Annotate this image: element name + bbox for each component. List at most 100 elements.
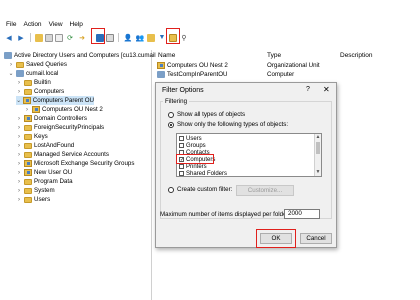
chevron-right-icon[interactable]: › [16,80,22,86]
tree-item-foreign-security-principals[interactable]: › ForeignSecurityPrincipals [16,123,104,132]
radio-button[interactable] [168,121,174,128]
ou-icon [24,160,32,167]
object-type-printers[interactable]: Printers [179,163,207,170]
checkbox-label: Shared Folders [186,170,228,177]
object-type-shared-folders[interactable]: Shared Folders [179,170,228,177]
menu-file[interactable]: File [6,20,16,30]
checkbox[interactable] [179,143,184,148]
chevron-right-icon[interactable]: › [16,152,22,158]
tree-item-computers[interactable]: › Computers [16,87,64,96]
ou-icon [32,106,40,113]
object-list-scrollbar[interactable]: ▲ ▼ [314,134,321,176]
checkbox[interactable] [179,150,184,155]
customize-button[interactable]: Customize... [236,185,294,196]
group-icon[interactable]: 👥 [135,33,145,43]
chevron-right-icon[interactable]: › [16,125,22,131]
chevron-right-icon[interactable]: › [16,161,22,167]
list-item[interactable]: TestCompInParentOU [157,70,228,78]
tree-root[interactable]: Active Directory Users and Computers [cu… [4,51,156,60]
new-folder-icon[interactable] [147,33,155,42]
ok-button[interactable]: OK [260,233,292,244]
chevron-right-icon[interactable]: › [16,134,22,140]
help-icon[interactable]: ? [306,86,310,93]
chevron-right-icon[interactable]: › [24,107,30,113]
tree-item-new-user-ou[interactable]: › New User OU [16,168,72,177]
list-item[interactable]: Computers OU Nest 2 [157,61,228,69]
checkbox[interactable] [179,171,184,176]
chevron-right-icon[interactable]: › [16,143,22,149]
view-icon[interactable] [106,33,114,42]
tree-item-program-data[interactable]: › Program Data [16,177,73,186]
chevron-right-icon[interactable]: › [16,179,22,185]
column-header-name[interactable]: Name [158,52,175,59]
column-header-description[interactable]: Description [340,52,373,59]
filtering-label: Filtering [163,98,190,105]
tree-item-domain[interactable]: ⌄ cumail.local [8,69,58,78]
object-type-contacts[interactable]: Contacts [179,149,210,156]
cancel-button[interactable]: Cancel [300,233,332,244]
scroll-thumb[interactable] [316,142,320,154]
object-type-computers[interactable]: ✓ Computers [179,156,215,163]
user-icon[interactable]: 👤 [123,33,133,43]
chevron-right-icon[interactable]: › [16,170,22,176]
export-icon[interactable]: ➜ [77,33,87,43]
custom-filter-radio[interactable]: Create custom filter: [168,186,232,193]
tree-item-domain-controllers[interactable]: › Domain Controllers [16,114,87,123]
show-all-radio[interactable]: Show all types of objects [168,111,245,118]
tree-item-saved-queries[interactable]: › Saved Queries [8,60,67,69]
radio-button[interactable] [168,186,174,193]
help-icon[interactable] [96,33,104,42]
tree-item-exchange-security-groups[interactable]: › Microsoft Exchange Security Groups [16,159,134,168]
copy-icon[interactable] [55,33,63,42]
tree-item-users[interactable]: › Users [16,195,50,204]
chevron-right-icon[interactable]: › [16,89,22,95]
find-icon[interactable]: ⚲ [179,33,189,43]
show-only-radio[interactable]: Show only the following types of objects… [168,121,288,128]
tree-item-computers-parent-ou[interactable]: ⌄ Computers Parent OU [16,96,94,105]
close-icon[interactable]: ✕ [323,85,330,94]
chevron-right-icon[interactable]: › [16,116,22,122]
folder-icon [16,61,24,68]
forward-arrow-icon[interactable]: ▶ [16,33,26,43]
object-types-list[interactable]: Users Groups Contacts ✓ Computers Printe… [176,133,322,177]
chevron-right-icon[interactable]: › [16,197,22,203]
tree-item-lost-and-found[interactable]: › LostAndFound [16,141,74,150]
checkbox[interactable] [179,136,184,141]
max-items-input[interactable]: 2000 [284,209,320,219]
chevron-right-icon[interactable]: › [16,188,22,194]
checkbox[interactable] [179,164,184,169]
object-type-groups[interactable]: Groups [179,142,206,149]
object-type-users[interactable]: Users [179,135,202,142]
scroll-down-icon[interactable]: ▼ [315,169,321,175]
tree-item-computers-ou-nest-2[interactable]: › Computers OU Nest 2 [24,105,103,114]
toolbar-separator [118,33,119,42]
list-item-name: TestCompInParentOU [167,70,228,78]
tree-item-system[interactable]: › System [16,186,55,195]
tree-item-keys[interactable]: › Keys [16,132,48,141]
chevron-down-icon[interactable]: ⌄ [8,70,14,77]
tree-item-builtin[interactable]: › Builtin [16,78,51,87]
list-item-type: Computer [267,70,295,78]
chevron-down-icon[interactable]: ⌄ [16,97,21,104]
filter-icon[interactable]: ▼ [157,33,167,43]
tree-item-managed-service-accounts[interactable]: › Managed Service Accounts [16,150,109,159]
checkbox-checked[interactable]: ✓ [179,157,184,163]
menu-view[interactable]: View [49,20,63,30]
folder-icon [24,124,32,131]
scroll-up-icon[interactable]: ▲ [315,134,321,140]
refresh-icon[interactable]: ⟳ [65,33,75,43]
tree-item-label: ForeignSecurityPrincipals [34,124,105,131]
menu-action[interactable]: Action [23,20,41,30]
menu-help[interactable]: Help [70,20,83,30]
folder-icon [24,133,32,140]
radio-button[interactable] [168,111,174,118]
show-only-label: Show only the following types of objects… [177,121,289,128]
ou-icon[interactable] [169,33,177,42]
chevron-right-icon[interactable]: › [8,62,14,68]
tree-root-label: Active Directory Users and Computers [cu… [14,52,156,59]
folder-up-icon[interactable] [35,33,43,42]
column-header-type[interactable]: Type [267,52,281,59]
checkbox-label: Groups [186,142,206,149]
details-icon[interactable] [45,33,53,42]
back-arrow-icon[interactable]: ◀ [4,33,14,43]
